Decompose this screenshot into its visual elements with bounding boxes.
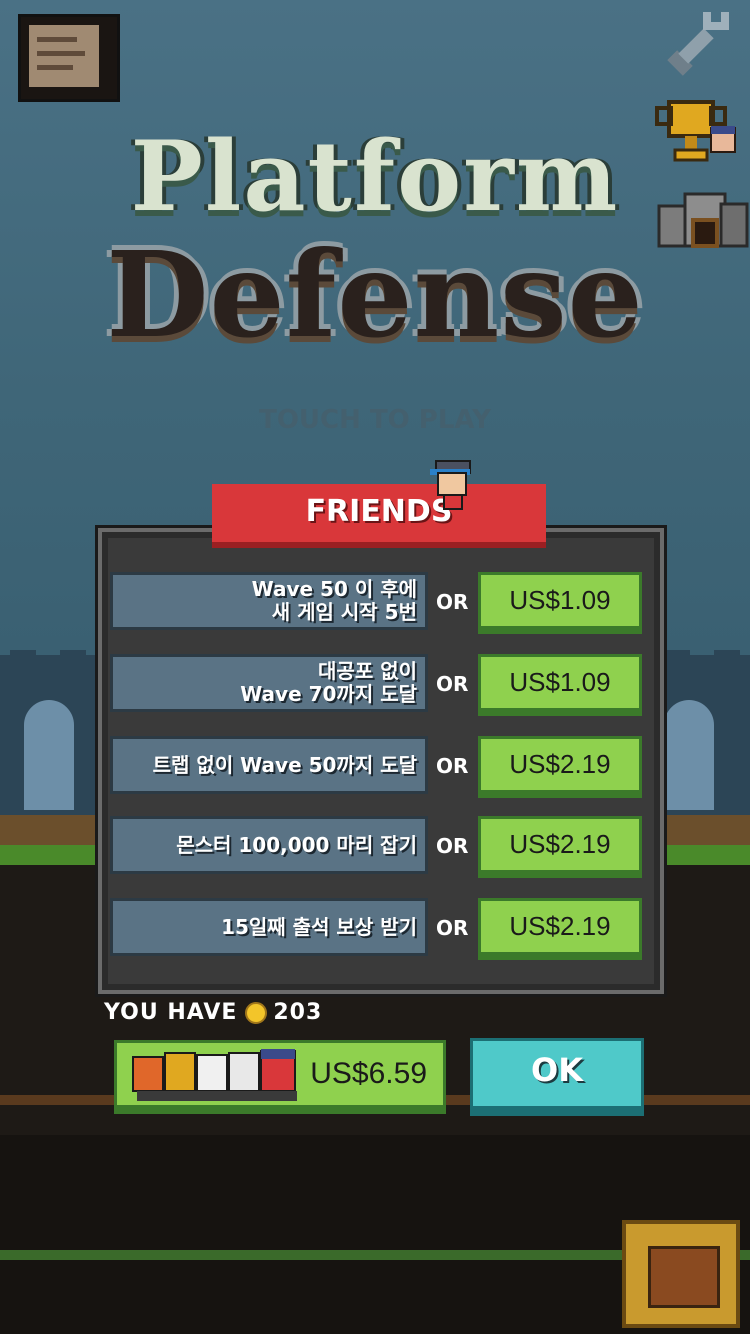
friends-bundle-button[interactable]: US$6.59 [114,1040,446,1114]
bundle-price: US$6.59 [310,1057,427,1090]
touch-to-play-text[interactable]: TOUCH TO PLAY [0,405,750,435]
you-have-label: YOU HAVE [104,1000,238,1025]
dialog-banner: FRIENDS [212,484,546,548]
coin-balance: YOU HAVE 203 [104,1000,322,1025]
trophy-icon[interactable] [655,98,740,168]
wall-crenel [664,650,690,670]
friend-task-row: Wave 50 이 후에 새 게임 시작 5번 OR US$1.09 [110,572,642,634]
task-box: 15일째 출석 보상 받기 [110,898,428,956]
chest-body [648,1246,720,1308]
ok-button[interactable]: OK [470,1038,644,1116]
game-title-line2: Defense [106,225,644,364]
friend-task-row: 대공포 없이 Wave 70까지 도달 OR US$1.09 [110,654,642,716]
task-box: 대공포 없이 Wave 70까지 도달 [110,654,428,712]
price-button[interactable]: US$2.19 [478,898,642,960]
dialog-title: FRIENDS [305,494,453,529]
or-label: OR [436,754,469,778]
task-text: 대공포 없이 Wave 70까지 도달 [240,659,417,706]
friend-task-row: 트랩 없이 Wave 50까지 도달 OR US$2.19 [110,736,642,798]
task-text: Wave 50 이 후에 새 게임 시작 5번 [251,577,417,624]
task-text: 몬스터 100,000 마리 잡기 [176,832,417,857]
notes-line [37,51,85,56]
ok-label: OK [531,1051,583,1089]
character-avatar [430,455,476,511]
friend-task-row: 몬스터 100,000 마리 잡기 OR US$2.19 [110,816,642,878]
notes-paper [29,25,99,87]
or-label: OR [436,916,469,940]
wall-arch [664,700,714,810]
coin-icon [245,1001,268,1024]
or-label: OR [436,672,469,696]
friends-group-icon [132,1049,297,1101]
or-label: OR [436,590,469,614]
mine-icon[interactable] [655,186,750,256]
notes-icon[interactable] [18,14,120,102]
price-button[interactable]: US$2.19 [478,736,642,798]
wall-crenel [10,650,36,670]
task-box: 몬스터 100,000 마리 잡기 [110,816,428,874]
notes-line [37,65,73,70]
task-text: 트랩 없이 Wave 50까지 도달 [152,752,417,777]
price-button[interactable]: US$1.09 [478,654,642,716]
notes-line [37,37,77,42]
wrench-icon[interactable] [665,8,735,80]
game-title-line1: Platform [130,120,620,233]
task-box: 트랩 없이 Wave 50까지 도달 [110,736,428,794]
wall-crenel [60,650,86,670]
wall-arch [24,700,74,810]
wall-crenel [714,650,740,670]
price-button[interactable]: US$1.09 [478,572,642,634]
task-text: 15일째 출석 보상 받기 [221,914,417,939]
treasure-chest-icon[interactable] [622,1220,740,1328]
price-button[interactable]: US$2.19 [478,816,642,878]
or-label: OR [436,834,469,858]
coin-count: 203 [273,1000,323,1025]
task-box: Wave 50 이 후에 새 게임 시작 5번 [110,572,428,630]
friend-task-row: 15일째 출석 보상 받기 OR US$2.19 [110,898,642,960]
